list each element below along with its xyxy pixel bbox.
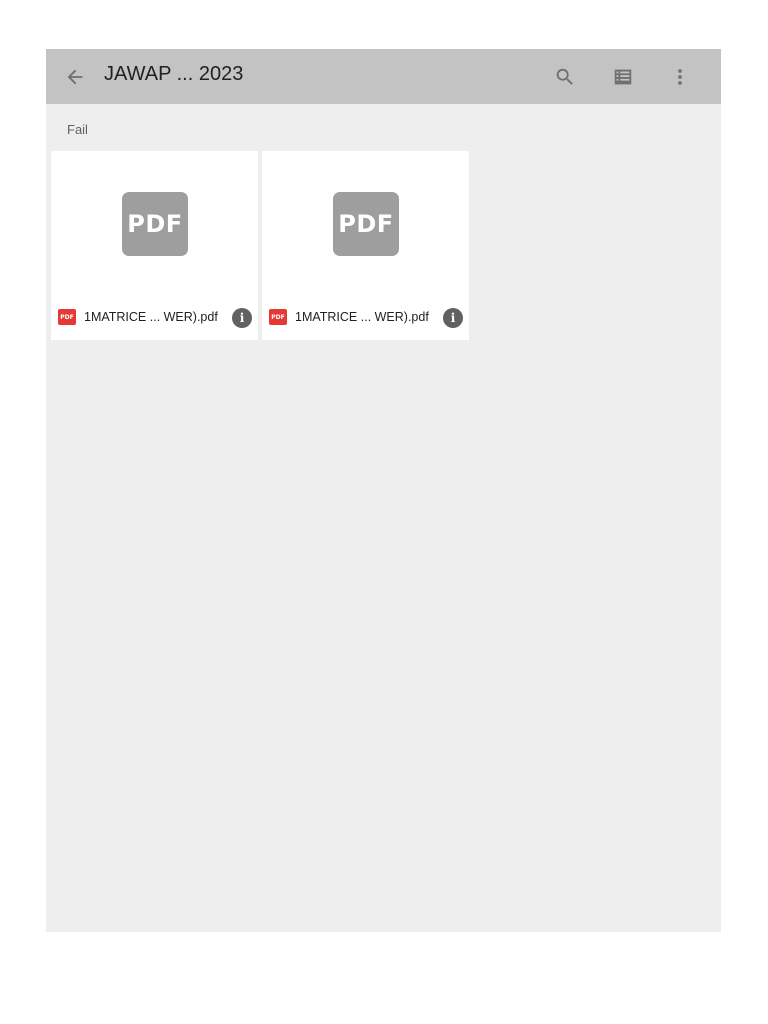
search-button[interactable] (546, 58, 584, 96)
app-toolbar: JAWAP ... 2023 (46, 49, 721, 104)
file-name: 1MATRICE ... WER).pdf (84, 310, 218, 324)
view-toggle-button[interactable] (604, 58, 642, 96)
pdf-type-icon: PDF (269, 309, 287, 325)
info-button[interactable]: i (443, 308, 463, 328)
pdf-thumbnail-icon: PDF (333, 192, 399, 256)
thumbnail-label: PDF (338, 210, 394, 238)
file-card[interactable]: PDF PDF 1MATRICE ... WER).pdf i (51, 151, 258, 340)
list-view-icon (614, 69, 632, 85)
pdf-thumbnail-icon: PDF (122, 192, 188, 256)
back-button[interactable] (56, 58, 94, 96)
page-title: JAWAP ... 2023 (104, 63, 244, 85)
more-options-button[interactable] (661, 58, 699, 96)
thumbnail-label: PDF (127, 210, 183, 238)
arrow-back-icon (67, 69, 83, 85)
search-icon (556, 68, 573, 85)
info-icon: i (239, 311, 245, 325)
file-name: 1MATRICE ... WER).pdf (295, 310, 429, 324)
file-card[interactable]: PDF PDF 1MATRICE ... WER).pdf i (262, 151, 469, 340)
file-browser-window: JAWAP ... 2023 Fail PDF PDF 1MATRICE ...… (46, 49, 721, 932)
type-badge-label: PDF (271, 313, 285, 321)
type-badge-label: PDF (60, 313, 74, 321)
section-header: Fail (67, 122, 88, 137)
info-icon: i (450, 311, 456, 325)
more-vert-icon (678, 69, 682, 85)
info-button[interactable]: i (232, 308, 252, 328)
pdf-type-icon: PDF (58, 309, 76, 325)
